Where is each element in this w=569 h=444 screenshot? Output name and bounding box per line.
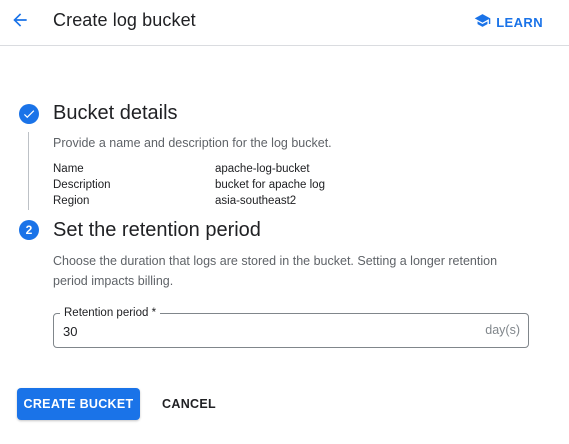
step1-description: Provide a name and description for the l… [53,136,332,150]
step2-description: Choose the duration that logs are stored… [53,254,498,288]
create-bucket-button[interactable]: CREATE BUCKET [17,388,140,420]
detail-row-region: Region asia-southeast2 [53,195,453,211]
detail-row-description: Description bucket for apache log [53,179,453,195]
learn-label: LEARN [496,14,543,30]
detail-value: bucket for apache log [215,179,325,191]
step2-title: Set the retention period [53,219,261,241]
retention-period-field: Retention period * day(s) [53,305,529,348]
arrow-back-icon [10,10,30,35]
detail-value: asia-southeast2 [215,195,297,207]
retention-period-input[interactable] [63,322,443,340]
retention-unit-suffix: day(s) [485,323,520,337]
detail-value: apache-log-bucket [215,163,310,175]
school-icon [474,12,491,32]
step-complete-check-icon [19,104,39,124]
page-header: Create log bucket LEARN [0,0,569,46]
back-button[interactable] [6,8,34,36]
detail-row-name: Name apache-log-bucket [53,163,453,179]
detail-key: Name [53,163,84,175]
step1-title: Bucket details [53,102,178,124]
learn-button[interactable]: LEARN [474,11,543,33]
detail-key: Region [53,195,90,207]
create-log-bucket-page: Create log bucket LEARN Bucket details P… [0,0,569,444]
step-connector-line [28,132,29,210]
cancel-button[interactable]: CANCEL [152,388,226,420]
retention-period-label: Retention period * [60,305,161,321]
step2-number-badge: 2 [19,220,39,240]
detail-key: Description [53,179,111,191]
page-title: Create log bucket [53,10,196,30]
